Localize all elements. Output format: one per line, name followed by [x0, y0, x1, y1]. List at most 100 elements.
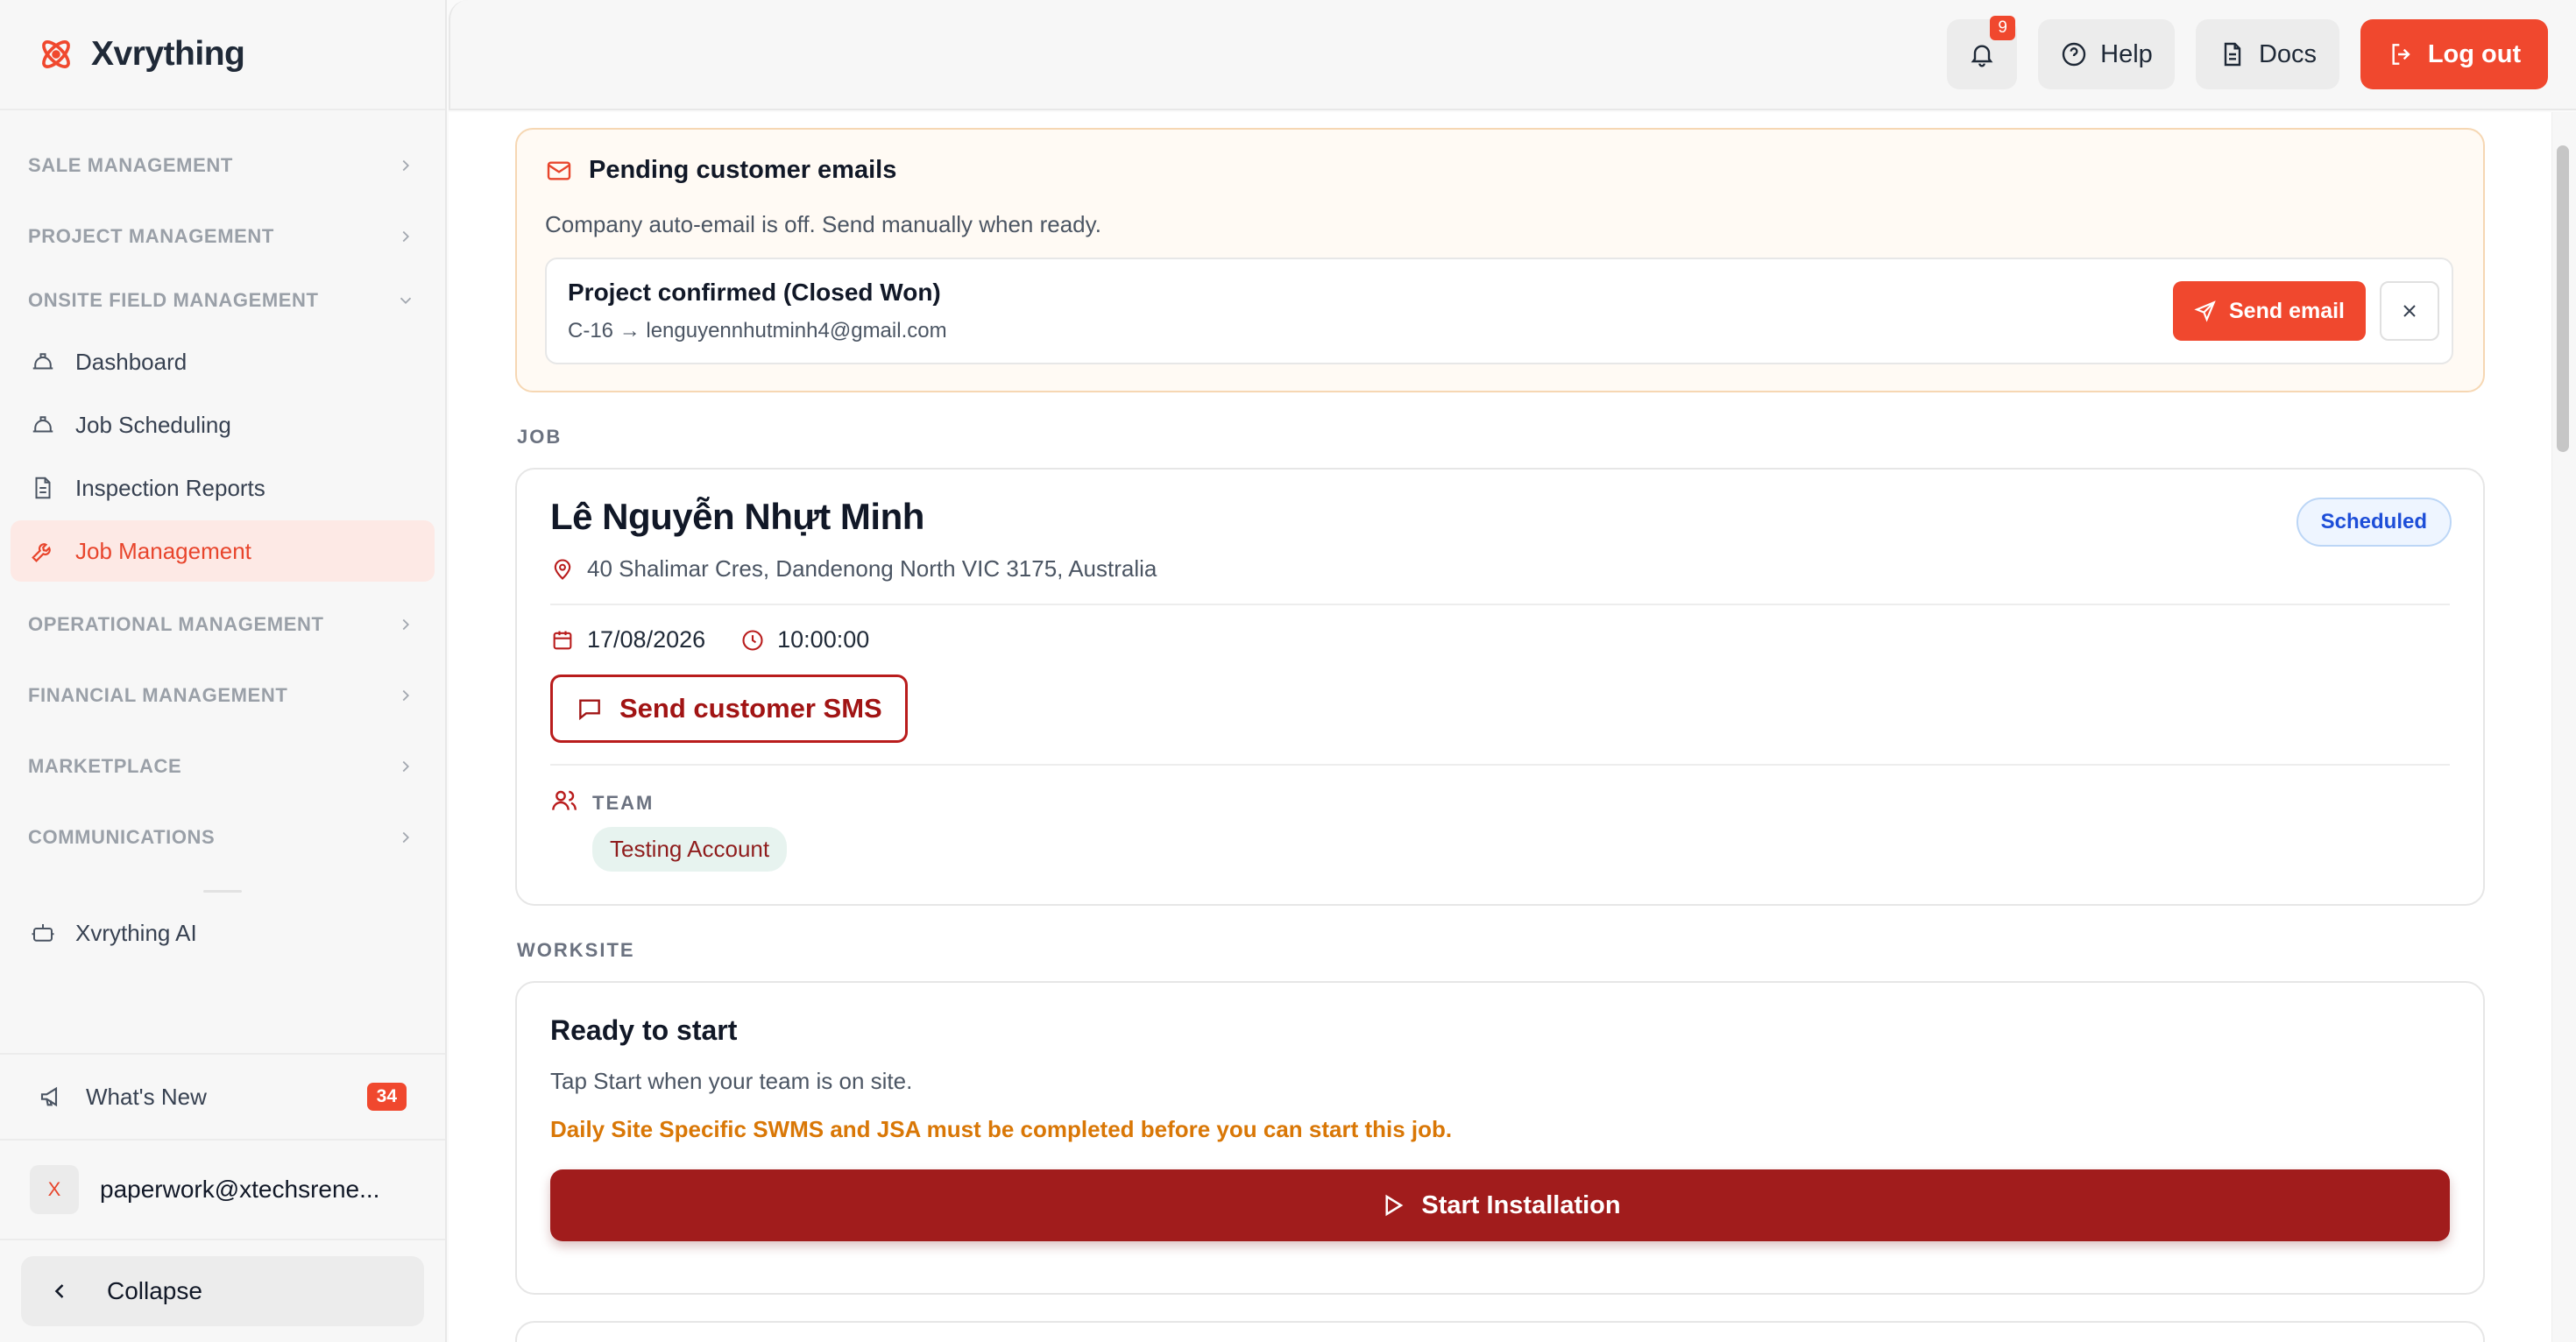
logout-button[interactable]: Log out — [2360, 19, 2548, 89]
chevron-right-icon — [402, 760, 410, 772]
sidebar-item-dashboard[interactable]: Dashboard — [11, 331, 435, 392]
brand-name: Xvrything — [91, 35, 245, 73]
job-card: Lê Nguyễn Nhựt Minh 40 Shalimar Cres, Da… — [515, 468, 2485, 906]
job-section-label: JOB — [517, 426, 563, 448]
team-label: TEAM — [592, 792, 655, 814]
nav-section-communications[interactable]: COMMUNICATIONS — [0, 802, 445, 872]
sidebar-item-xvrything-ai[interactable]: Xvrything AI — [11, 890, 435, 964]
job-time-text: 10:00:00 — [777, 626, 870, 653]
document-icon — [2224, 42, 2241, 67]
mail-icon — [547, 160, 571, 180]
nav-section-label: ONSITE FIELD MANAGEMENT — [28, 289, 319, 311]
sidebar-item-label: Inspection Reports — [75, 474, 265, 501]
logout-label: Log out — [2427, 39, 2522, 68]
users-icon — [552, 790, 577, 810]
send-email-button[interactable]: Send email — [2173, 281, 2366, 341]
chevron-right-icon — [402, 230, 410, 242]
top-bar: 9 Help Docs Log out — [449, 0, 2576, 110]
nav-section-operational-management[interactable]: OPERATIONAL MANAGEMENT — [0, 589, 445, 660]
worksite-warning: Daily Site Specific SWMS and JSA must be… — [550, 1116, 1453, 1142]
chevron-down-icon — [400, 297, 412, 305]
nav-section-label: COMMUNICATIONS — [28, 825, 216, 848]
nav-section-onsite-field-management[interactable]: ONSITE FIELD MANAGEMENT — [0, 272, 445, 329]
help-label: Help — [2100, 39, 2153, 68]
whats-new-label: What's New — [86, 1083, 207, 1110]
nav-section-project-management[interactable]: PROJECT MANAGEMENT — [0, 201, 445, 272]
chevron-right-icon — [402, 159, 410, 171]
notifications-button[interactable]: 9 — [1947, 16, 2017, 89]
message-square-icon — [579, 699, 600, 721]
team-member-chip: Testing Account — [592, 827, 788, 872]
nav-section-sale-management[interactable]: SALE MANAGEMENT — [0, 130, 445, 201]
avatar: X — [30, 1165, 79, 1214]
job-address: 40 Shalimar Cres, Dandenong North VIC 31… — [550, 555, 2450, 583]
megaphone-icon — [40, 1086, 58, 1107]
user-account[interactable]: X paperwork@xtechsrene... — [0, 1139, 445, 1239]
nav-section-label: OPERATIONAL MANAGEMENT — [28, 612, 324, 635]
user-email: paperwork@xtechsrene... — [100, 1176, 380, 1203]
send-email-label: Send email — [2229, 298, 2345, 323]
pending-emails-title: Pending customer emails — [589, 156, 897, 184]
job-address-text: 40 Shalimar Cres, Dandenong North VIC 31… — [587, 555, 1157, 582]
nav-section-label: SALE MANAGEMENT — [28, 153, 233, 176]
help-circle-icon — [2062, 42, 2086, 67]
chevron-right-icon — [402, 831, 410, 843]
divider — [550, 764, 2450, 766]
sidebar-item-job-scheduling[interactable]: Job Scheduling — [11, 394, 435, 456]
worksite-card: Ready to start Tap Start when your team … — [515, 981, 2485, 1295]
nav-section-marketplace[interactable]: MARKETPLACE — [0, 731, 445, 802]
hard-hat-icon — [32, 416, 53, 433]
main-content: Pending customer emails Company auto-ema… — [449, 112, 2576, 1342]
bot-icon — [32, 924, 54, 942]
sidebar-item-label: Xvrything AI — [75, 919, 197, 946]
chevron-right-icon — [402, 689, 410, 701]
send-customer-sms-label: Send customer SMS — [619, 693, 882, 724]
calendar-icon — [553, 631, 572, 649]
job-date-text: 17/08/2026 — [587, 626, 706, 653]
map-pin-icon — [554, 559, 571, 580]
pending-emails-subtitle: Company auto-email is off. Send manually… — [545, 211, 1101, 237]
sidebar-item-job-management[interactable]: Job Management — [11, 520, 435, 582]
job-time: 10:00:00 — [740, 626, 869, 653]
close-icon — [2403, 305, 2416, 317]
sidebar-footer: What's New 34 X paperwork@xtechsrene... … — [0, 1053, 445, 1342]
sidebar-item-label: Job Management — [75, 537, 251, 564]
sidebar-item-label: Dashboard — [75, 348, 188, 375]
xvrything-logo-icon — [37, 35, 75, 74]
job-date: 17/08/2026 — [550, 626, 705, 653]
pending-emails-card: Pending customer emails Company auto-ema… — [515, 128, 2485, 392]
status-badge: Scheduled — [2296, 498, 2452, 547]
nav-section-financial-management[interactable]: FINANCIAL MANAGEMENT — [0, 660, 445, 731]
help-button[interactable]: Help — [2038, 19, 2175, 89]
whats-new-count-badge: 34 — [366, 1083, 407, 1111]
docs-button[interactable]: Docs — [2196, 19, 2339, 89]
start-installation-button[interactable]: Start Installation — [550, 1169, 2450, 1241]
sidebar: Xvrything SALE MANAGEMENT PROJECT MANAGE… — [0, 0, 447, 1342]
sidebar-item-label: Job Scheduling — [75, 411, 231, 438]
send-icon — [2194, 300, 2216, 322]
file-text-icon — [35, 477, 51, 499]
scrollbar[interactable] — [2551, 112, 2576, 1342]
chevron-right-icon — [402, 618, 410, 630]
bell-icon — [1971, 45, 1993, 67]
dismiss-email-button[interactable] — [2380, 281, 2439, 341]
whats-new-link[interactable]: What's New 34 — [0, 1053, 445, 1139]
wrench-icon — [32, 543, 51, 562]
nav-section-label: FINANCIAL MANAGEMENT — [28, 683, 288, 706]
pending-email-title: Project confirmed (Closed Won) — [568, 279, 941, 306]
sidebar-item-inspection-reports[interactable]: Inspection Reports — [11, 457, 435, 519]
divider — [550, 604, 2450, 605]
brand[interactable]: Xvrything — [0, 0, 445, 110]
pending-email-meta: C-16 → lenguyennhutminh4@gmail.com — [568, 319, 947, 343]
next-card — [515, 1321, 2485, 1342]
worksite-title: Ready to start — [550, 1014, 738, 1046]
collapse-sidebar-button[interactable]: Collapse — [21, 1256, 424, 1326]
hard-hat-icon — [32, 353, 53, 370]
scrollbar-thumb[interactable] — [2557, 145, 2569, 452]
collapse-label: Collapse — [107, 1277, 202, 1304]
pending-email-item: Project confirmed (Closed Won) C-16 → le… — [545, 258, 2453, 364]
send-customer-sms-button[interactable]: Send customer SMS — [550, 675, 908, 743]
clock-icon — [742, 629, 763, 651]
worksite-subtitle: Tap Start when your team is on site. — [550, 1068, 913, 1094]
start-installation-label: Start Installation — [1421, 1190, 1621, 1219]
